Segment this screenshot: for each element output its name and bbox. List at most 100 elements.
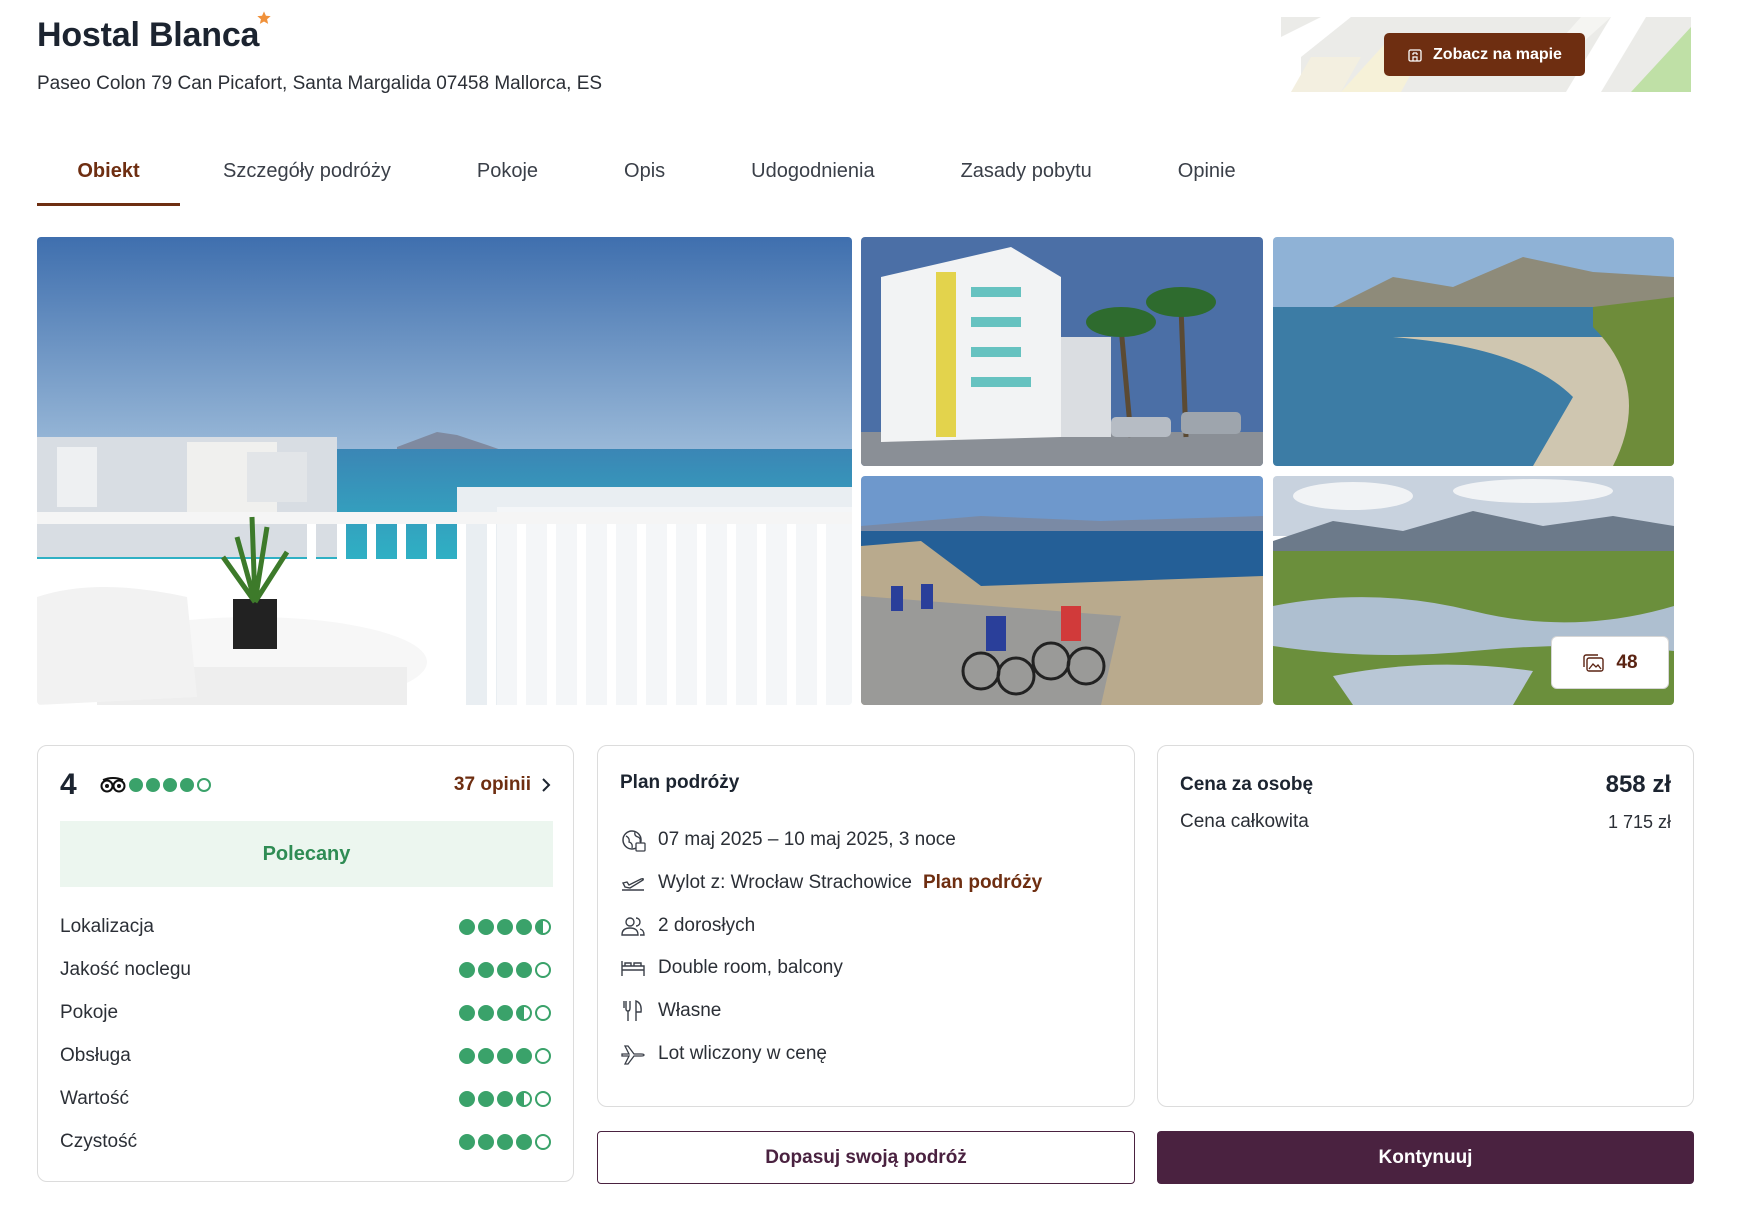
see-on-map-button[interactable]: Zobacz na mapie	[1384, 33, 1585, 76]
subrating-dot	[535, 1005, 551, 1021]
subrating-dots	[459, 1091, 551, 1107]
hotel-address: Paseo Colon 79 Can Picafort, Santa Marga…	[37, 73, 603, 94]
subrating-dot	[478, 919, 494, 935]
subrating-dot	[497, 1048, 513, 1064]
subrating-dots	[459, 962, 551, 978]
board-row: Własne	[620, 996, 721, 1026]
subrating-dot	[516, 962, 532, 978]
continue-button[interactable]: Kontynuuj	[1157, 1131, 1694, 1184]
total-price-row: Cena całkowita 1 715 zł	[1180, 807, 1671, 837]
subrating-dots	[459, 1005, 551, 1021]
trip-plan-card: Plan podróży 07 maj 2025 – 10 maj 2025, …	[597, 745, 1135, 1107]
subrating-dot	[459, 1005, 475, 1021]
rating-dots	[129, 778, 211, 792]
rating-score: 4	[60, 768, 77, 801]
reviews-link[interactable]: 37 opinii	[454, 774, 551, 796]
tab-travel-details[interactable]: Szczegóły podróży	[223, 140, 391, 206]
trip-plan-heading: Plan podróży	[620, 772, 740, 793]
subrating-dot	[497, 1005, 513, 1021]
total-price-label: Cena całkowita	[1180, 811, 1309, 832]
tab-rooms[interactable]: Pokoje	[477, 140, 538, 206]
rating-dot	[163, 778, 177, 792]
room-row: Double room, balcony	[620, 953, 843, 983]
subrating-dot	[535, 1134, 551, 1150]
subrating-dot	[516, 1091, 532, 1107]
globe-calendar-icon	[622, 830, 646, 852]
subrating-dot	[516, 1048, 532, 1064]
subrating-label: Obsługa	[60, 1045, 131, 1066]
guests-count: 2 dorosłych	[658, 915, 756, 936]
customize-trip-button[interactable]: Dopasuj swoją podróż	[597, 1131, 1135, 1184]
subrating-dot	[516, 1134, 532, 1150]
subrating-dot	[497, 1091, 513, 1107]
subrating-dot	[478, 1048, 494, 1064]
rating-dot	[146, 778, 160, 792]
hotel-icon	[1408, 48, 1422, 62]
subrating-dots	[459, 919, 551, 935]
subrating-dot	[478, 962, 494, 978]
users-icon	[621, 917, 645, 936]
subrating-dot	[478, 1005, 494, 1021]
photo-hotel-building[interactable]	[861, 237, 1263, 466]
price-card: Cena za osobę 858 zł Cena całkowita 1 71…	[1157, 745, 1694, 1107]
departure-row: Wylot z: Wrocław Strachowice Plan podróż…	[620, 868, 1042, 898]
tab-bar: Obiekt Szczegóły podróży Pokoje Opis Udo…	[37, 140, 1236, 206]
subrating-dot	[459, 1091, 475, 1107]
reviews-card: 4 37 opinii Polecany Lokalizacja Jakość n…	[37, 745, 574, 1182]
subrating-dot	[459, 1134, 475, 1150]
tab-description[interactable]: Opis	[624, 140, 665, 206]
board-type: Własne	[658, 1000, 722, 1021]
subrating-dot	[535, 1091, 551, 1107]
departure-airport: Wylot z: Wrocław Strachowice	[658, 872, 912, 893]
reviews-count-label: 37 opinii	[453, 774, 531, 795]
gallery-icon	[1583, 653, 1605, 672]
guests-row: 2 dorosłych	[620, 911, 755, 941]
star-icon	[257, 11, 271, 24]
subrating-dot	[459, 1048, 475, 1064]
tab-reviews[interactable]: Opinie	[1178, 140, 1236, 206]
tab-amenities[interactable]: Udogodnienia	[751, 140, 874, 206]
photo-beach-bay[interactable]	[1273, 237, 1674, 466]
trip-dates: 07 maj 2025 – 10 maj 2025, 3 noce	[658, 829, 956, 850]
room-type: Double room, balcony	[658, 957, 843, 978]
subrating-dot	[497, 919, 513, 935]
subrating-row: Obsługa	[60, 1041, 551, 1071]
flight-row: Lot wliczony w cenę	[620, 1039, 827, 1069]
subrating-dot	[459, 919, 475, 935]
recommended-badge: Polecany	[60, 821, 553, 887]
photo-count: 48	[1616, 651, 1638, 673]
tab-house-rules[interactable]: Zasady pobytu	[961, 140, 1092, 206]
subrating-dot	[516, 1005, 532, 1021]
subrating-row: Czystość	[60, 1127, 551, 1157]
subrating-dots	[459, 1134, 551, 1150]
flight-info: Lot wliczony w cenę	[658, 1043, 827, 1064]
plane-departure-icon	[621, 877, 644, 891]
plane-icon	[621, 1045, 645, 1065]
subrating-dot	[478, 1134, 494, 1150]
subrating-dot	[535, 962, 551, 978]
trip-plan-link[interactable]: Plan podróży	[923, 872, 1042, 894]
subrating-row: Lokalizacja	[60, 912, 551, 942]
subrating-dot	[478, 1091, 494, 1107]
subrating-label: Czystość	[60, 1131, 138, 1152]
tripadvisor-owl-icon	[100, 777, 126, 793]
all-photos-button[interactable]: 48	[1551, 636, 1669, 689]
subrating-label: Lokalizacja	[60, 916, 154, 937]
price-per-person-row: Cena za osobę 858 zł	[1180, 768, 1671, 802]
subrating-label: Jakość noclegu	[60, 959, 191, 980]
photo-cyclists-coast[interactable]	[861, 476, 1263, 705]
subrating-dot	[535, 1048, 551, 1064]
tab-object[interactable]: Obiekt	[37, 140, 180, 206]
photo-main-balcony[interactable]	[37, 237, 852, 705]
bed-icon	[621, 961, 645, 976]
subrating-dot	[516, 919, 532, 935]
price-per-person-value: 858 zł	[1605, 771, 1671, 798]
rating-summary: 4 37 opinii	[60, 768, 551, 802]
subrating-dot	[535, 919, 551, 935]
subrating-dot	[497, 962, 513, 978]
subrating-dot	[459, 962, 475, 978]
subrating-label: Pokoje	[60, 1002, 119, 1023]
rating-dot	[129, 778, 143, 792]
subrating-dots	[459, 1048, 551, 1064]
subrating-row: Jakość noclegu	[60, 955, 551, 985]
